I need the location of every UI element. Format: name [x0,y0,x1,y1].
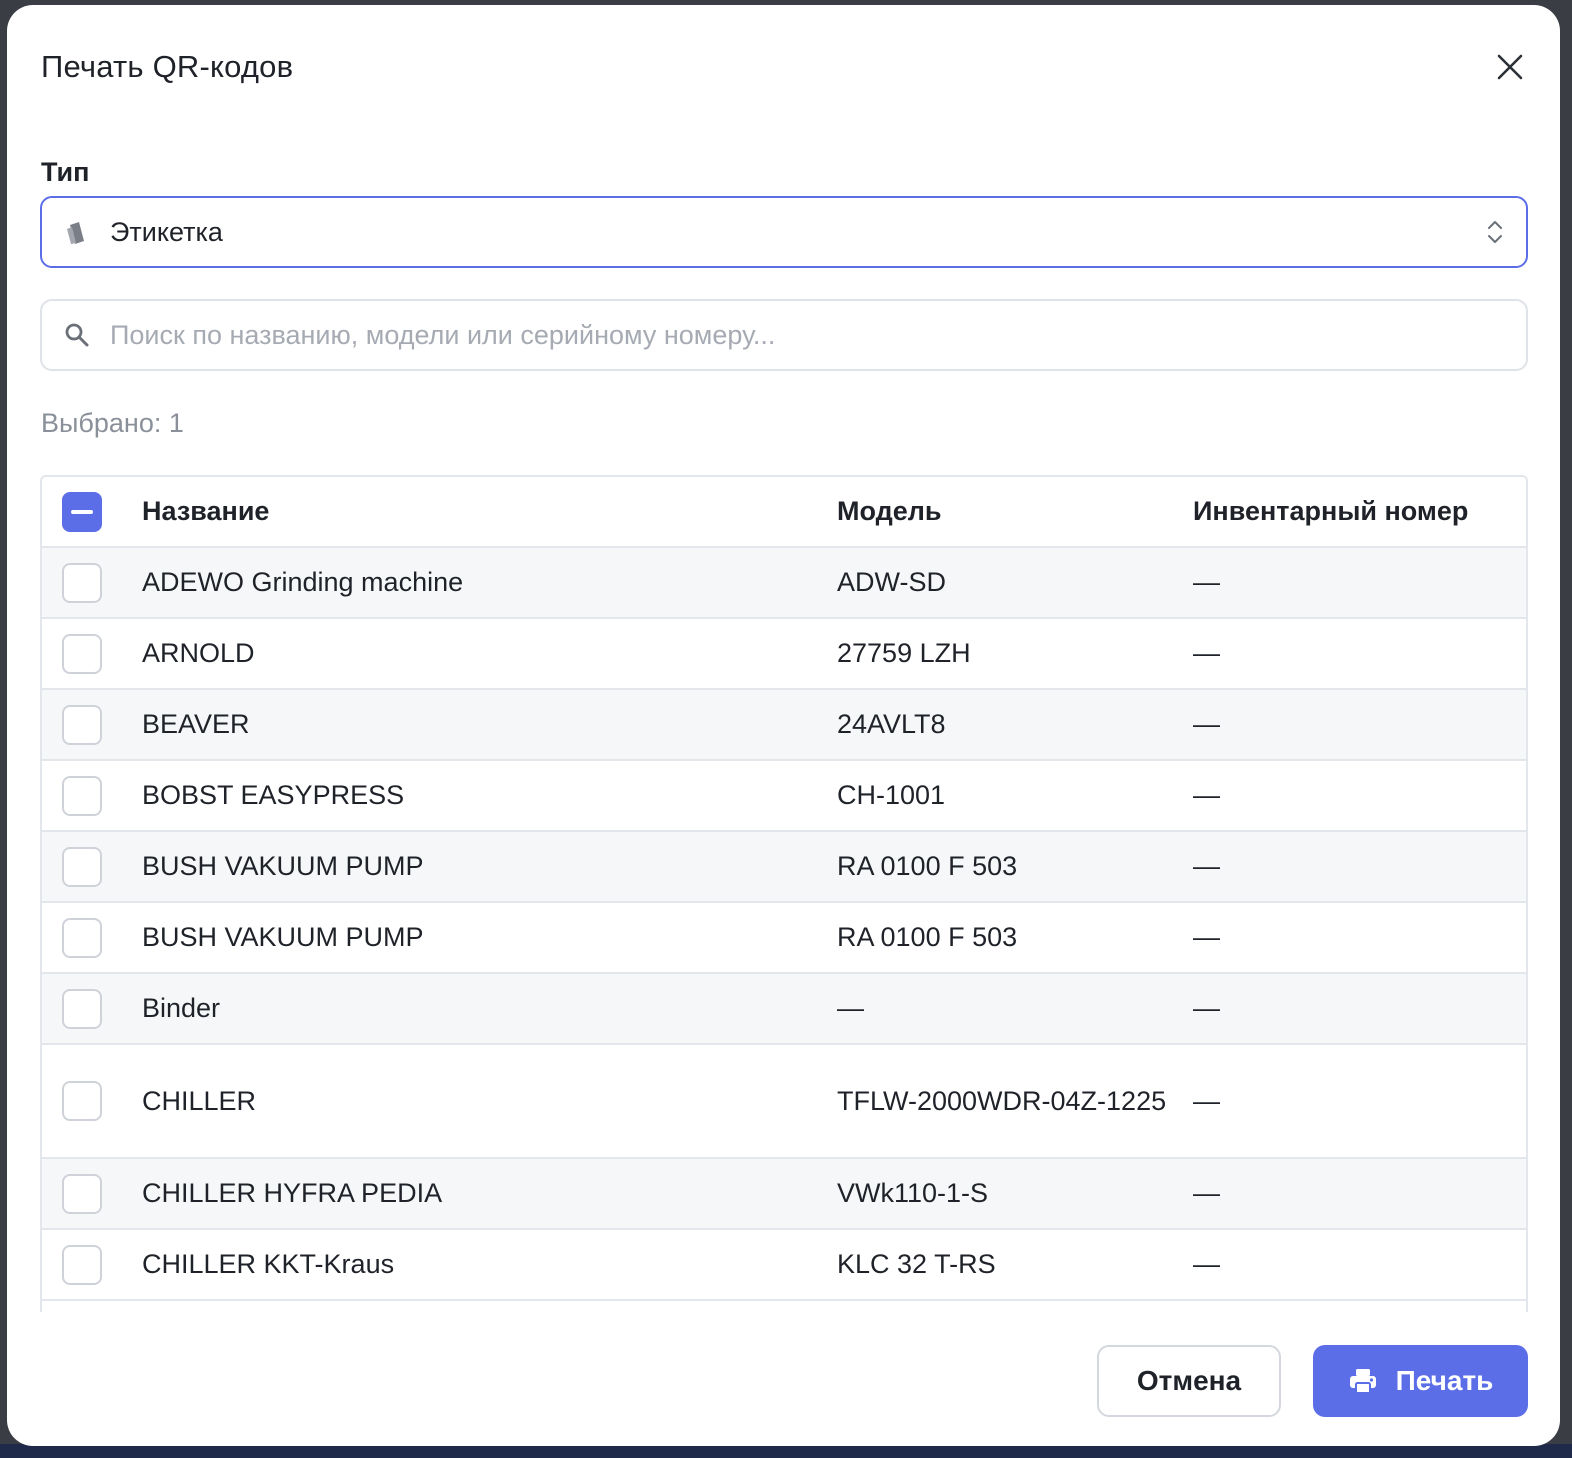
close-icon [1497,54,1523,80]
cell-model: 27759 LZH [837,638,971,668]
column-header-inventory[interactable]: Инвентарный номер [1193,477,1526,547]
cell-model: RA 0100 F 503 [837,922,1018,952]
cell-inventory: — [1193,567,1220,597]
tag-icon [62,216,94,248]
cancel-button[interactable]: Отмена [1097,1345,1281,1417]
table-row[interactable]: ARNOLD 27759 LZH — [42,618,1526,689]
cell-name: ARNOLD [142,638,255,668]
column-header-name[interactable]: Название [142,477,837,547]
printer-icon [1349,1369,1376,1394]
row-checkbox[interactable] [62,633,102,674]
table-header-row: Название Модель Инвентарный номер [42,477,1526,547]
row-checkbox[interactable] [62,917,102,958]
row-checkbox[interactable] [62,988,102,1029]
table-row[interactable]: BUSH VAKUUM PUMP RA 0100 F 503 — [42,831,1526,902]
cell-inventory: — [1193,709,1220,739]
cell-model: KLC 32 T-RS [837,1249,996,1279]
row-checkbox[interactable] [62,1244,102,1285]
equipment-table: Название Модель Инвентарный номер ADEWO … [40,475,1528,1312]
cell-inventory: — [1193,851,1220,881]
row-checkbox[interactable] [62,704,102,745]
table-row[interactable]: ADEWO Grinding machine ADW-SD — [42,547,1526,618]
print-qr-dialog: Печать QR-кодов Тип Этикетка Поиск по на… [7,5,1560,1446]
select-all-checkbox[interactable] [62,491,102,532]
cell-inventory: — [1193,993,1220,1023]
cell-inventory: — [1193,1085,1220,1116]
type-label: Тип [41,157,90,187]
cell-model: TFLW-2000WDR-04Z-1225 [837,1086,1167,1116]
cell-name: BOBST EASYPRESS [142,780,405,810]
selected-count: Выбрано: 1 [41,408,184,438]
search-field [40,299,1528,371]
cell-inventory: — [1193,922,1220,952]
row-checkbox[interactable] [62,846,102,887]
type-select[interactable]: Этикетка [40,196,1528,268]
cell-model: RA 0100 F 503 [837,851,1018,881]
cell-name: CHILLER [142,1085,257,1116]
cell-inventory: — [1193,638,1220,668]
cell-model: ADW-SD [837,567,947,597]
cell-inventory: — [1193,1178,1220,1208]
cell-model: 24AVLT8 [837,709,946,739]
cell-name: Binder [142,993,221,1023]
row-checkbox[interactable] [62,1173,102,1214]
cell-name: CHILLER KKT-Kraus [142,1249,395,1279]
table-row[interactable]: BEAVER 24AVLT8 — [42,689,1526,760]
search-input[interactable] [108,318,1526,352]
print-button-label: Печать [1395,1365,1494,1396]
table-row[interactable]: CHILLER KKT-Kraus KLC 32 T-RS — [42,1229,1526,1300]
cell-model: VWk110-1-S [837,1178,989,1208]
cell-model: — [837,993,864,1023]
backdrop [0,1444,1572,1458]
row-checkbox[interactable] [62,775,102,816]
cell-name: CHILLER HYFRA PEDIA [142,1178,443,1208]
dialog-title: Печать QR-кодов [41,49,294,84]
cell-name: BUSH VAKUUM PUMP [142,922,424,952]
search-icon [62,320,92,350]
cell-name: ADEWO Grinding machine [142,567,464,597]
row-checkbox[interactable] [62,1081,102,1121]
column-header-model[interactable]: Модель [837,477,1193,547]
cell-name: BEAVER [142,709,250,739]
table-row[interactable]: Binder — — [42,973,1526,1044]
print-button[interactable]: Печать [1313,1345,1528,1417]
chevron-updown-icon [1486,218,1504,251]
table-row[interactable]: CHILLER TFLW-2000WDR-04Z-1225 — [42,1044,1526,1158]
table-row[interactable]: CHILLER HYFRA PEDIA VWk110-1-S — [42,1158,1526,1229]
close-button[interactable] [1490,47,1530,87]
cell-inventory: — [1193,780,1220,810]
cell-model: CH-1001 [837,780,946,810]
cell-name: BUSH VAKUUM PUMP [142,851,424,881]
table-row[interactable]: BUSH VAKUUM PUMP RA 0100 F 503 — [42,902,1526,973]
cell-inventory: — [1193,1249,1220,1279]
table-row[interactable]: BOBST EASYPRESS CH-1001 — [42,760,1526,831]
row-checkbox[interactable] [62,562,102,603]
type-select-value: Этикетка [110,216,223,247]
